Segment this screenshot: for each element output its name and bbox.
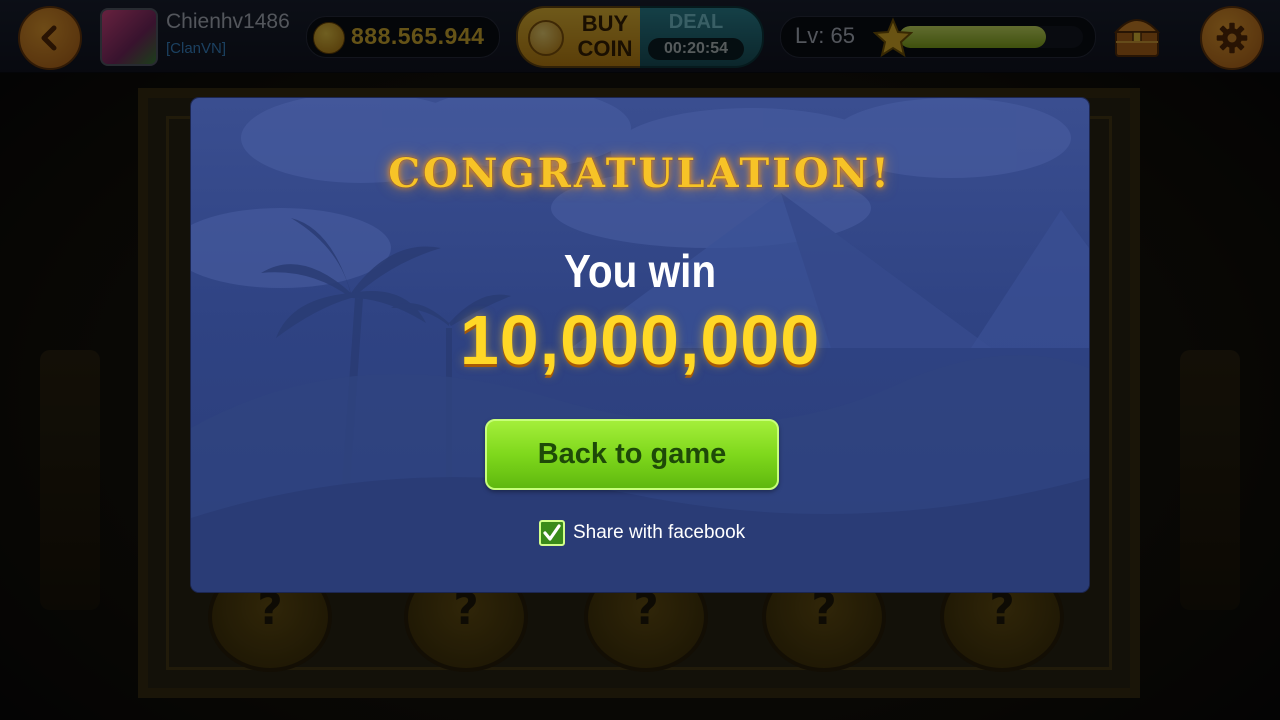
player-clan: [ClanVN] <box>166 40 227 57</box>
treasure-chest-icon[interactable] <box>1108 6 1166 64</box>
coin-icon <box>528 20 564 56</box>
right-decoration <box>1180 350 1240 610</box>
deal-label: DEAL <box>668 11 724 33</box>
star-icon <box>873 17 913 57</box>
deal-timer: 00:20:54 <box>648 38 744 60</box>
win-amount: 10,000,000 <box>459 301 821 379</box>
back-to-game-button[interactable]: Back to game <box>485 419 779 490</box>
level-indicator: Lv: 65 <box>780 16 1096 58</box>
buy-coin-button[interactable]: BUY COIN <box>516 6 642 68</box>
congratulation-title: CONGRATULATION! <box>388 150 892 197</box>
buy-coin-label: BUY COIN <box>577 11 633 61</box>
avatar[interactable] <box>100 8 158 66</box>
gear-icon <box>1216 22 1248 54</box>
win-dialog: CONGRATULATION! You win 10,000,000 Back … <box>191 98 1089 592</box>
chevron-left-icon <box>41 25 57 51</box>
you-win-label: You win <box>563 245 717 297</box>
coin-amount: 888.565.944 <box>351 23 485 49</box>
coin-balance: 888.565.944 <box>306 16 500 58</box>
player-name: Chienhv1486 <box>166 10 290 33</box>
back-button[interactable] <box>18 6 82 70</box>
share-facebook-option[interactable]: Share with facebook <box>539 518 745 548</box>
share-checkbox[interactable] <box>539 520 565 546</box>
share-label: Share with facebook <box>573 522 746 543</box>
level-progress-bar <box>899 26 1083 48</box>
level-progress-fill <box>899 26 1047 48</box>
settings-button[interactable] <box>1200 6 1264 70</box>
level-label: Lv: 65 <box>795 23 855 48</box>
top-bar: Chienhv1486 [ClanVN] 888.565.944 BUY COIN… <box>0 0 1280 73</box>
deal-button[interactable]: DEAL 00:20:54 <box>640 6 764 68</box>
left-decoration <box>40 350 100 610</box>
checkmark-icon <box>543 524 561 541</box>
coin-icon <box>313 22 345 54</box>
game-screen: Chienhv1486 [ClanVN] 888.565.944 BUY COIN… <box>0 0 1280 720</box>
